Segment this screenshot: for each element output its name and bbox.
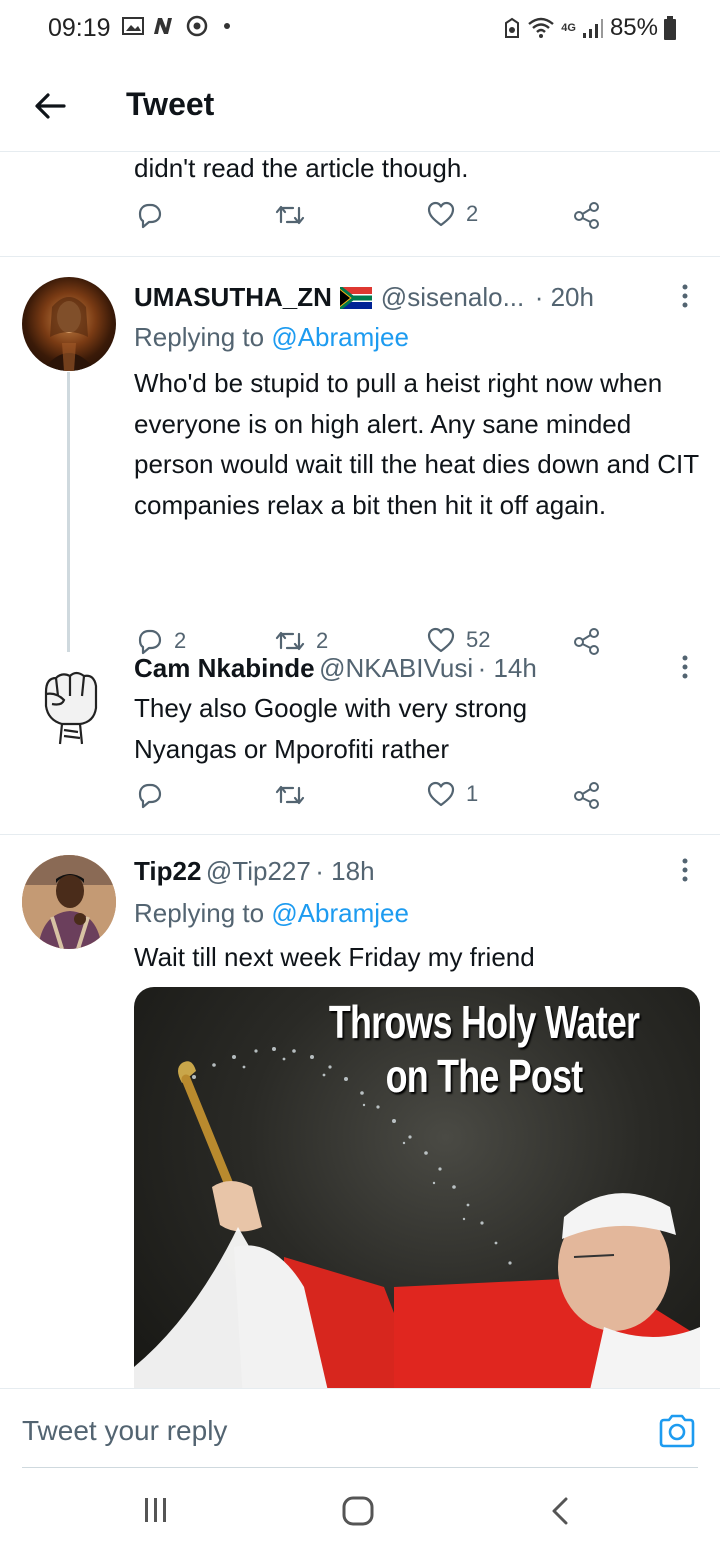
share-button[interactable]: [572, 200, 602, 230]
like-button[interactable]: 2: [426, 200, 478, 228]
avatar-fist-icon: [44, 671, 98, 745]
retweet-icon: [275, 205, 305, 225]
share-icon: [574, 202, 599, 229]
page-title: Tweet: [126, 86, 215, 122]
reply-button[interactable]: [134, 780, 174, 810]
reply-icon: [138, 203, 162, 229]
replying-to: Replying to @Abramjee: [134, 893, 409, 933]
thread-line: [67, 372, 70, 652]
user-handle[interactable]: @sisenalo...: [381, 282, 524, 312]
tweet-time[interactable]: · 18h: [315, 856, 374, 886]
more-options-icon[interactable]: [680, 857, 690, 883]
status-right: 4G 85%: [503, 14, 676, 42]
user-name[interactable]: Tip22: [134, 856, 201, 886]
retweet-button[interactable]: [274, 200, 316, 230]
tweet-partial[interactable]: didn't read the article though. 2: [0, 152, 720, 256]
battery-icon: [664, 16, 676, 40]
replying-handle[interactable]: @Abramjee: [271, 898, 409, 928]
user-name[interactable]: UMASUTHA_ZN: [134, 282, 332, 312]
share-icon: [574, 782, 599, 809]
system-nav-bar: [0, 1468, 720, 1560]
avatar-person-icon: [22, 855, 116, 949]
share-button[interactable]: [572, 780, 602, 810]
replying-prefix: Replying to: [134, 898, 265, 928]
reply-feed: didn't read the article though. 2 UMASUT…: [0, 152, 720, 1388]
avatar[interactable]: [22, 855, 116, 949]
app-header: Tweet: [0, 56, 720, 152]
more-options-icon[interactable]: [680, 654, 690, 680]
like-button[interactable]: 1: [426, 780, 478, 808]
tweet-image[interactable]: Throws Holy Water on The Post: [134, 987, 700, 1388]
avatar-portrait-icon: [42, 297, 96, 371]
heart-icon: [427, 781, 455, 807]
camera-icon[interactable]: [658, 1413, 696, 1449]
user-handle[interactable]: @Tip227: [206, 856, 311, 886]
tweet-time[interactable]: · 20h: [535, 282, 594, 312]
retweet-button[interactable]: [274, 780, 316, 810]
gallery-icon: [122, 17, 144, 35]
tweet-text: Wait till next week Friday my friend: [134, 942, 535, 972]
avatar[interactable]: [22, 652, 116, 746]
tweet-time[interactable]: · 14h: [478, 653, 537, 683]
back-nav-icon[interactable]: [548, 1496, 572, 1526]
notification-icons: [122, 15, 230, 37]
user-handle[interactable]: @NKABIVusi: [319, 653, 473, 683]
tweet-actions: 1: [134, 780, 614, 820]
avatar[interactable]: [22, 277, 116, 371]
more-options-icon[interactable]: [680, 283, 690, 309]
alarm-icon: [505, 17, 520, 38]
recent-apps-icon[interactable]: [142, 1496, 170, 1524]
meme-caption: Throws Holy Water on The Post: [209, 995, 650, 1103]
like-count: 2: [466, 201, 479, 226]
battery-percent: 85%: [609, 14, 658, 41]
like-count: 1: [466, 781, 479, 806]
tweet-header: UMASUTHA_ZN @sisenalo... · 20h: [134, 277, 594, 322]
meme-caption-line2: on The Post: [385, 1050, 584, 1102]
status-bar: 09:19 4G 85%: [0, 0, 720, 56]
reply-icon: [138, 783, 162, 809]
reply-bar: Tweet your reply: [0, 1388, 720, 1468]
back-arrow-icon[interactable]: [30, 86, 70, 126]
heart-icon: [427, 201, 455, 227]
tweet-tip22[interactable]: Tip22 @Tip227 · 18h Replying to @Abramje…: [0, 835, 720, 1388]
reply-input[interactable]: Tweet your reply: [22, 1415, 227, 1447]
tweet-header: Tip22 @Tip227 · 18h: [134, 851, 375, 896]
tweet-cam-nkabinde[interactable]: Cam Nkabinde @NKABIVusi · 14h They also …: [0, 642, 720, 834]
wifi-icon: [528, 17, 555, 38]
tweet-actions: 2: [134, 200, 614, 240]
signal-icon: [582, 19, 603, 38]
replying-handle[interactable]: @Abramjee: [271, 322, 409, 352]
reply-button[interactable]: [134, 200, 174, 230]
meme-caption-line1: Throws Holy Water: [328, 996, 640, 1048]
tweet-text: Who'd be stupid to pull a heist right no…: [134, 368, 699, 520]
replying-prefix: Replying to: [134, 322, 265, 352]
tweet-umasutha[interactable]: UMASUTHA_ZN @sisenalo... · 20h Replying …: [0, 257, 720, 667]
chrome-icon: [186, 15, 208, 37]
retweet-icon: [275, 785, 305, 805]
south-africa-flag-icon: [339, 285, 373, 311]
home-icon[interactable]: [342, 1496, 374, 1526]
tweet-header: Cam Nkabinde @NKABIVusi · 14h: [134, 648, 537, 693]
tweet-text: didn't read the article though.: [134, 153, 469, 183]
replying-to: Replying to @Abramjee: [134, 317, 409, 357]
tweet-text: They also Google with very strong Nyanga…: [134, 693, 528, 764]
user-name[interactable]: Cam Nkabinde: [134, 653, 315, 683]
network-type: 4G: [561, 21, 576, 34]
dot-icon: [224, 23, 230, 29]
news-icon: [154, 18, 172, 34]
status-time: 09:19: [48, 14, 111, 42]
